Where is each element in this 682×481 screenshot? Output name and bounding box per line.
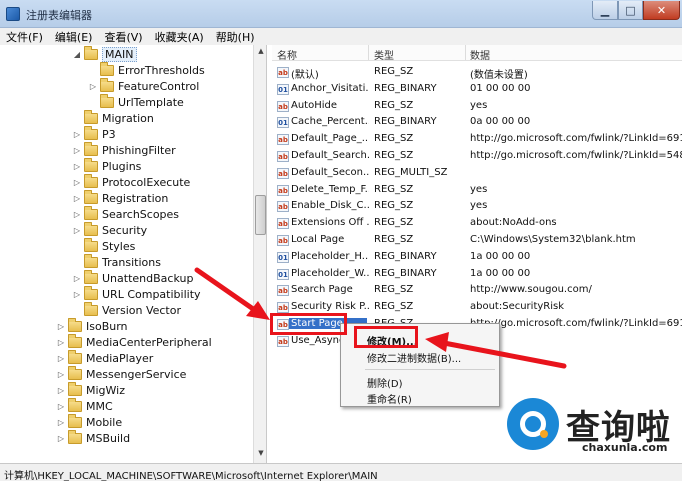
arrow-to-start-page-icon: [194, 267, 270, 320]
chaxunla-logo-icon: [507, 398, 559, 450]
watermark-domain: chaxunla.com: [582, 441, 668, 454]
arrow-to-modify-icon: [425, 332, 567, 369]
